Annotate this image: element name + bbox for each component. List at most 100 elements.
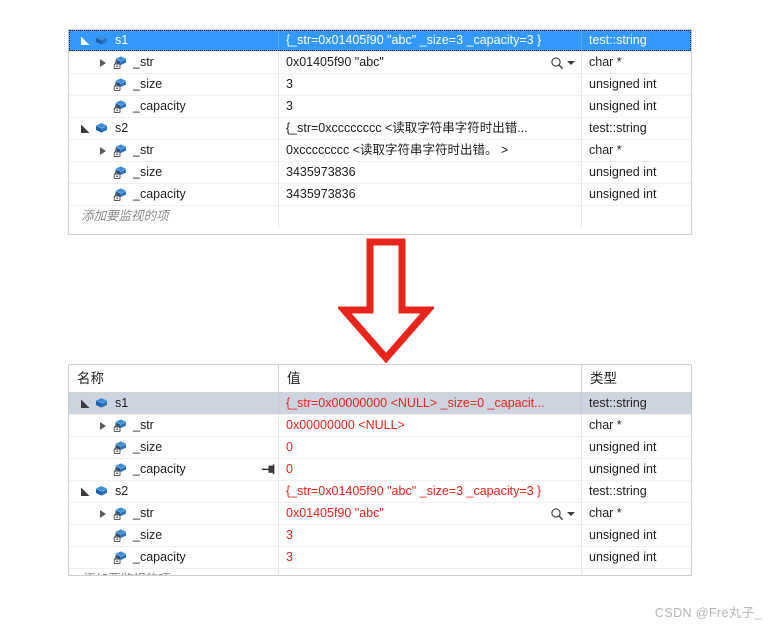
watch-row-type-cell: unsigned int [589, 550, 657, 564]
private-member-icon [111, 54, 128, 71]
watch-row-name-label: _str [133, 506, 154, 520]
watch-row[interactable]: _str 0x01405f90 "abc" char * [69, 503, 691, 525]
watch-row[interactable]: s2 {_str=0x01405f90 "abc" _size=3 _capaci… [69, 481, 691, 503]
watch-row-type-cell: test::string [582, 393, 691, 414]
add-watch-value-cell[interactable] [279, 569, 582, 575]
watch-row-value-cell[interactable]: {_str=0x00000000 <NULL> _size=0 _capacit… [279, 393, 582, 414]
watch-row-name-label: s1 [115, 33, 129, 47]
watch-row-name-cell[interactable]: s2 [69, 118, 279, 139]
magnifier-icon[interactable] [550, 507, 564, 521]
watch-row-name-cell[interactable]: _size [69, 162, 279, 183]
expander-collapsed-icon[interactable] [95, 415, 111, 436]
watch-row[interactable]: _capacity 3 unsigned int [69, 96, 691, 118]
add-watch-name-cell[interactable]: 添加要监视的项 [69, 206, 279, 227]
watch-row-name-cell[interactable]: _str [69, 140, 279, 161]
pin-icon[interactable] [258, 463, 278, 476]
watch-row[interactable]: s2 {_str=0xcccccccc <读取字符串字符时出错... test::s… [69, 118, 691, 140]
expander-collapsed-icon[interactable] [95, 140, 111, 161]
watch-row-type-cell: char * [589, 506, 622, 520]
column-header-value[interactable]: 值 [279, 365, 582, 392]
watch-row-name-cell[interactable]: _str [69, 52, 279, 73]
add-watch-name-cell[interactable]: 添加要监视的项 [69, 569, 279, 575]
watch-row-value-cell[interactable]: 0x01405f90 "abc" [279, 52, 582, 73]
watch-row-value-cell[interactable]: 0x01405f90 "abc" [279, 503, 582, 524]
watch-row[interactable]: _capacity 3 unsigned int [69, 547, 691, 569]
private-member-icon [111, 417, 128, 434]
watch-row-value-cell[interactable]: 3 [279, 547, 582, 568]
expander-open-icon[interactable] [77, 30, 93, 51]
watch-row-name-cell[interactable]: _capacity [69, 547, 279, 568]
expander-open-icon[interactable] [77, 481, 93, 502]
add-watch-row[interactable]: 添加要监视的项 [69, 569, 691, 575]
watch-row-value-text: {_str=0x01405f90 "abc" _size=3 _capacity… [286, 33, 542, 47]
watch-row-value-cell[interactable]: {_str=0xcccccccc <读取字符串字符时出错... [279, 118, 582, 139]
watch-row-value-text: 0 [286, 440, 293, 454]
watch-row-name-cell[interactable]: _str [69, 415, 279, 436]
watch-row-value-text: 0xcccccccc <读取字符串字符时出错。 > [286, 143, 509, 157]
expander-collapsed-icon[interactable] [95, 52, 111, 73]
triangle-down-right-icon [80, 124, 90, 133]
watch-row-value-text: {_str=0xcccccccc <读取字符串字符时出错... [286, 121, 528, 135]
watch-row[interactable]: _size 3435973836 unsigned int [69, 162, 691, 184]
watch-row-value-cell[interactable]: 3 [279, 525, 582, 546]
watch-row-type-cell: char * [589, 418, 622, 432]
watch-row[interactable]: _str 0xcccccccc <读取字符串字符时出错。 > char * [69, 140, 691, 162]
watch-row[interactable]: _str 0x00000000 <NULL> char * [69, 415, 691, 437]
watch-row[interactable]: s1 {_str=0x00000000 <NULL> _size=0 _capac… [69, 393, 691, 415]
watch-row-value-cell[interactable]: 3435973836 [279, 184, 582, 205]
visualizer-group[interactable] [545, 507, 581, 521]
chevron-down-icon[interactable] [567, 511, 575, 516]
watch-row-name-cell[interactable]: _str [69, 503, 279, 524]
watch-row-name-cell[interactable]: _capacity [69, 96, 279, 117]
watch-row-value-cell[interactable]: 0xcccccccc <读取字符串字符时出错。 > [279, 140, 582, 161]
watch-row[interactable]: _size 3 unsigned int [69, 525, 691, 547]
column-header-row[interactable]: 名称 值 类型 [69, 365, 691, 393]
watch-row-name-cell[interactable]: s2 [69, 481, 279, 502]
add-watch-row[interactable]: 添加要监视的项 [69, 206, 691, 227]
watch-row-value-cell[interactable]: 3 [279, 96, 582, 117]
watch-row-name-label: s2 [115, 121, 129, 135]
watch-row-name-cell[interactable]: s1 [69, 30, 279, 51]
watch-row-value-cell[interactable]: {_str=0x01405f90 "abc" _size=3 _capacity… [279, 30, 582, 51]
watch-panel-after[interactable]: 名称 值 类型 s1 {_str=0x00000000 <NULL> _size=… [68, 364, 692, 576]
add-watch-type-cell [582, 569, 691, 575]
watch-row[interactable]: s1 {_str=0x01405f90 "abc" _size=3 _capaci… [69, 30, 691, 52]
chevron-down-icon[interactable] [567, 60, 575, 65]
expander-collapsed-icon[interactable] [95, 503, 111, 524]
expander-open-icon[interactable] [77, 393, 93, 414]
watch-row-value-cell[interactable]: 0x00000000 <NULL> [279, 415, 582, 436]
watch-row-value-text: {_str=0x00000000 <NULL> _size=0 _capacit… [286, 396, 545, 410]
triangle-right-icon [100, 146, 106, 155]
watch-row-name-label: s1 [115, 396, 129, 410]
watch-row-name-cell[interactable]: _size [69, 74, 279, 95]
watch-row-value-cell[interactable]: 3435973836 [279, 162, 582, 183]
watch-panel-before[interactable]: s1 {_str=0x01405f90 "abc" _size=3 _capaci… [68, 29, 692, 235]
magnifier-icon[interactable] [550, 56, 564, 70]
watch-row[interactable]: _capacity 0 unsigned int [69, 459, 691, 481]
watch-row-name-cell[interactable]: _capacity [69, 459, 279, 480]
watch-row[interactable]: _size 3 unsigned int [69, 74, 691, 96]
watch-row[interactable]: _size 0 unsigned int [69, 437, 691, 459]
add-watch-value-cell[interactable] [279, 206, 582, 227]
object-cube-icon [93, 483, 110, 500]
watermark-label: CSDN @Fre丸子_ [654, 606, 762, 620]
visualizer-group[interactable] [545, 56, 581, 70]
column-header-name[interactable]: 名称 [69, 365, 279, 392]
column-header-type[interactable]: 类型 [582, 365, 691, 392]
watch-row-value-cell[interactable]: 3 [279, 74, 582, 95]
add-watch-placeholder: 添加要监视的项 [69, 569, 169, 575]
watch-row[interactable]: _str 0x01405f90 "abc" char * [69, 52, 691, 74]
watch-row-name-cell[interactable]: _size [69, 525, 279, 546]
expander-open-icon[interactable] [77, 118, 93, 139]
watch-row-name-cell[interactable]: s1 [69, 393, 279, 414]
add-watch-type-cell [582, 206, 691, 227]
watch-row-value-cell[interactable]: 0 [279, 459, 582, 480]
watch-row-value-cell[interactable]: 0 [279, 437, 582, 458]
watch-row-name-cell[interactable]: _capacity [69, 184, 279, 205]
watch-row[interactable]: _capacity 3435973836 unsigned int [69, 184, 691, 206]
watch-row-name-cell[interactable]: _size [69, 437, 279, 458]
watch-row-value-cell[interactable]: {_str=0x01405f90 "abc" _size=3 _capacity… [279, 481, 582, 502]
